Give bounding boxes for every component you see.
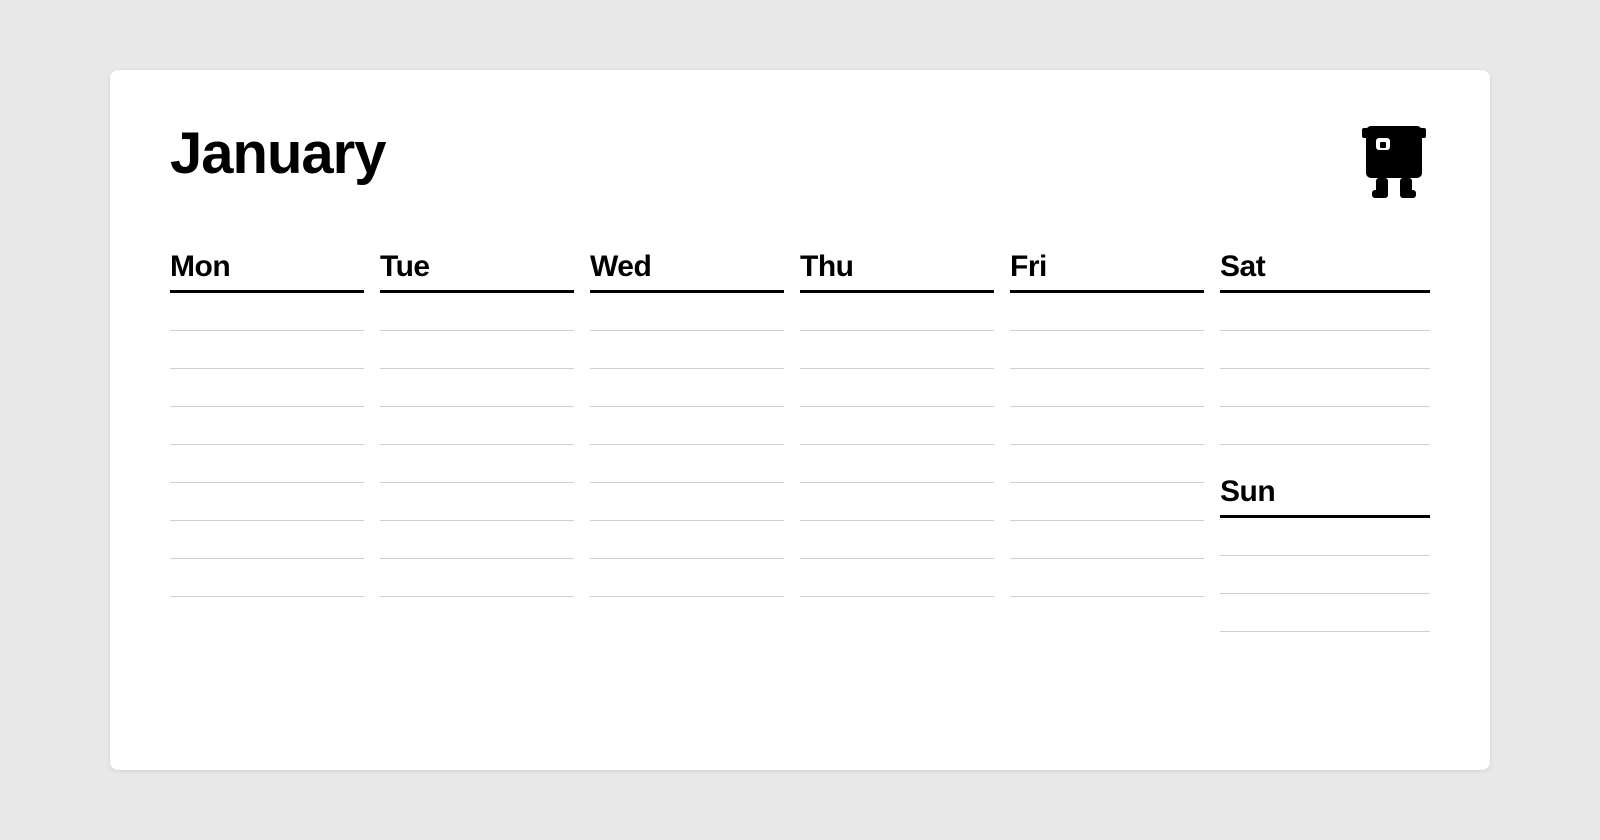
day-line [1010, 331, 1204, 369]
day-header-sun: Sun [1220, 475, 1430, 518]
day-line [170, 521, 364, 559]
day-line [1010, 369, 1204, 407]
day-line [800, 559, 994, 597]
day-line [1220, 293, 1430, 331]
day-line [380, 521, 574, 559]
day-line [1010, 293, 1204, 331]
day-line [170, 293, 364, 331]
day-line [1010, 559, 1204, 597]
day-line [170, 559, 364, 597]
day-line [800, 293, 994, 331]
day-lines-mon [170, 293, 364, 597]
day-lines-sat [1220, 293, 1430, 445]
day-header-thu: Thu [800, 250, 994, 293]
day-line [800, 521, 994, 559]
day-line [170, 483, 364, 521]
day-line [170, 331, 364, 369]
column-fri: Fri [1010, 250, 1220, 632]
day-line [590, 331, 784, 369]
day-lines-sun [1220, 518, 1430, 632]
day-header-wed: Wed [590, 250, 784, 293]
column-sat-sun: Sat Sun [1220, 250, 1430, 632]
day-header-tue: Tue [380, 250, 574, 293]
calendar-month-title: January [170, 120, 385, 187]
day-line [170, 445, 364, 483]
day-line [380, 331, 574, 369]
day-line [380, 369, 574, 407]
day-lines-fri [1010, 293, 1204, 597]
day-header-fri: Fri [1010, 250, 1204, 293]
day-line [380, 293, 574, 331]
day-line [800, 483, 994, 521]
day-line [170, 407, 364, 445]
day-lines-tue [380, 293, 574, 597]
day-line [380, 483, 574, 521]
day-lines-thu [800, 293, 994, 597]
day-line [380, 407, 574, 445]
day-line [800, 369, 994, 407]
day-line [1010, 521, 1204, 559]
day-line [170, 369, 364, 407]
day-line [590, 521, 784, 559]
day-line [800, 407, 994, 445]
sun-section: Sun [1220, 475, 1430, 632]
column-wed: Wed [590, 250, 800, 632]
day-line [1220, 556, 1430, 594]
day-line [590, 559, 784, 597]
day-line [800, 331, 994, 369]
calendar-header: January [170, 120, 1430, 200]
day-lines-wed [590, 293, 784, 597]
day-line [590, 293, 784, 331]
day-line [1220, 331, 1430, 369]
day-line [1220, 369, 1430, 407]
day-line [1010, 483, 1204, 521]
day-line [380, 445, 574, 483]
column-thu: Thu [800, 250, 1010, 632]
column-mon: Mon [170, 250, 380, 632]
day-header-mon: Mon [170, 250, 364, 293]
day-header-sat: Sat [1220, 250, 1430, 293]
day-line [380, 559, 574, 597]
monster-mascot-icon [1358, 120, 1430, 200]
day-line [590, 445, 784, 483]
day-line [1010, 407, 1204, 445]
day-line [590, 369, 784, 407]
day-line [1220, 594, 1430, 632]
day-line [1010, 445, 1204, 483]
day-line [800, 445, 994, 483]
calendar-card: January Mon [110, 70, 1490, 770]
day-line [590, 407, 784, 445]
calendar-grid: Mon Tue [170, 250, 1430, 632]
column-tue: Tue [380, 250, 590, 632]
day-line [1220, 407, 1430, 445]
day-line [590, 483, 784, 521]
day-line [1220, 518, 1430, 556]
